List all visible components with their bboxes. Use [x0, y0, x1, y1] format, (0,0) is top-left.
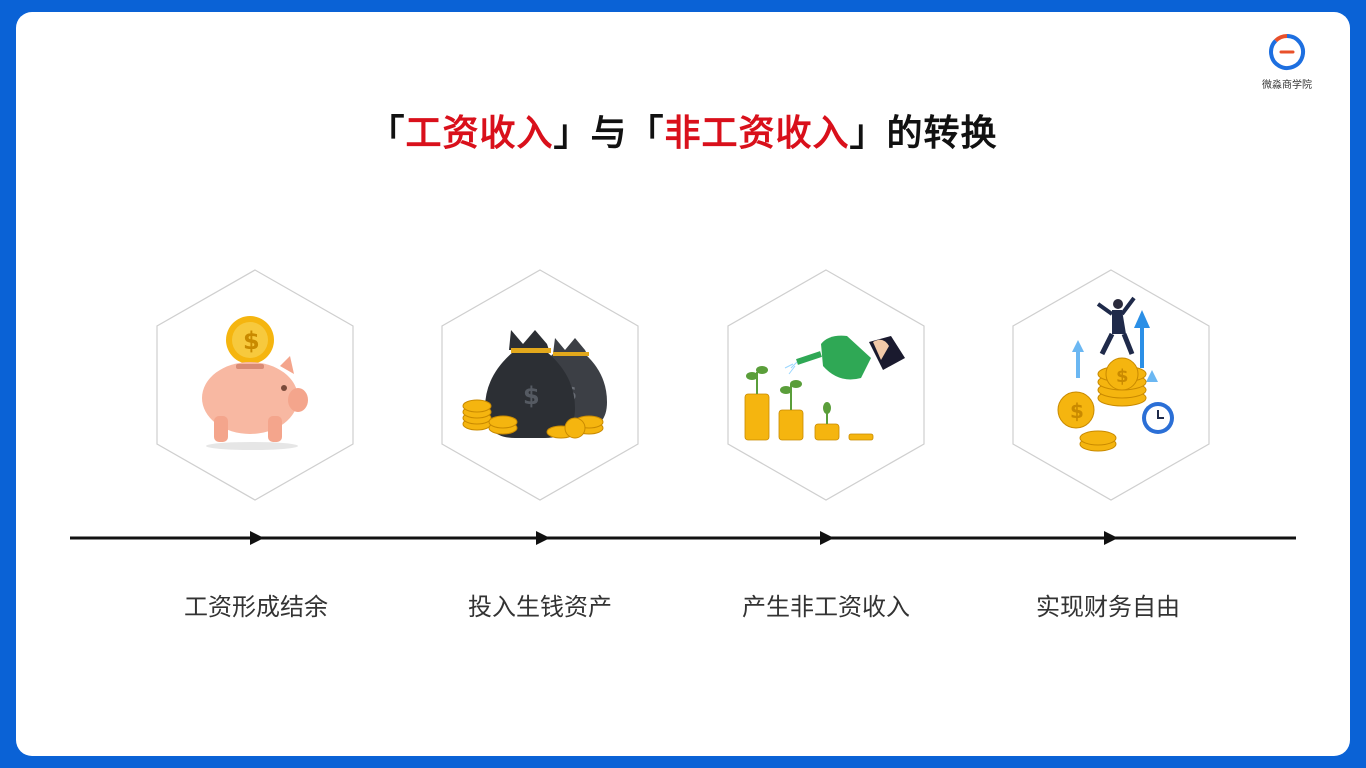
svg-text:$: $	[243, 327, 260, 355]
step-4-label: 实现财务自由	[1036, 593, 1180, 621]
step-1-hexagon: $	[154, 268, 356, 502]
financial-freedom-icon: $ $	[1057, 296, 1174, 452]
step-1-label: 工资形成结余	[184, 593, 328, 621]
svg-text:$: $	[1116, 366, 1129, 387]
step-3-hexagon	[725, 268, 927, 502]
watering-coins-icon	[744, 335, 905, 441]
svg-text:$: $	[1070, 399, 1084, 423]
step-2-hexagon: $ $	[439, 268, 641, 502]
page-title: 「工资收入」与「非工资收入」的转换	[368, 112, 998, 154]
svg-text:$: $	[523, 382, 540, 410]
step-2-label: 投入生钱资产	[468, 593, 612, 621]
brand-logo: 微淼商学院	[1252, 30, 1322, 92]
brand-name: 微淼商学院	[1262, 80, 1312, 91]
brand-logo-icon	[1269, 34, 1305, 70]
timeline-arrow	[70, 531, 1296, 545]
money-bags-icon: $ $	[462, 330, 607, 439]
step-4-hexagon: $ $	[1010, 268, 1212, 502]
step-3-label: 产生非工资收入	[742, 593, 910, 621]
piggy-bank-icon: $	[202, 316, 308, 450]
